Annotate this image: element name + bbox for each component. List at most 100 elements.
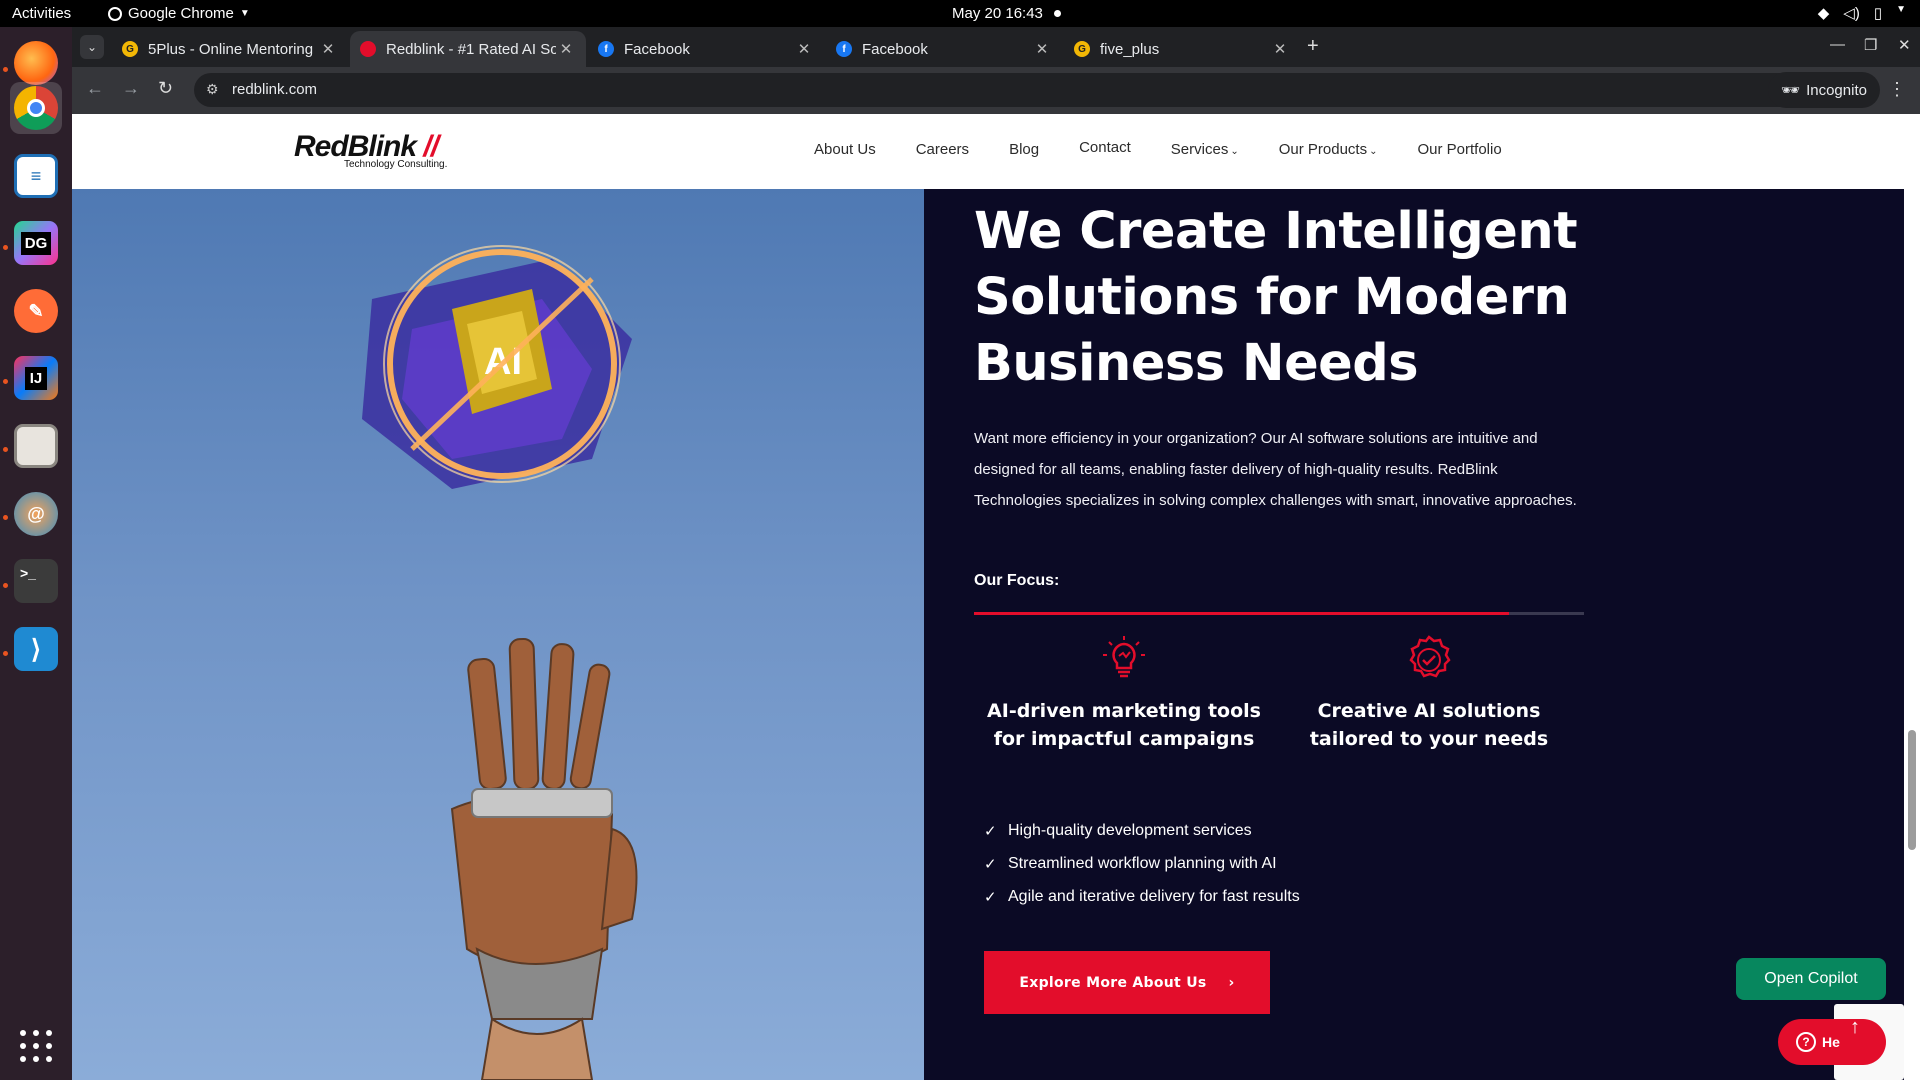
our-focus-label: Our Focus: — [974, 572, 1060, 589]
tab-redblink[interactable]: Redblink - #1 Rated AI So ✕ — [350, 31, 586, 67]
web-page: RedBlink // Technology Consulting. About… — [72, 114, 1920, 1080]
scroll-to-top-arrow-icon[interactable]: ↑ — [1850, 1016, 1860, 1039]
datagrip-icon: DG — [14, 221, 58, 265]
restore-icon[interactable]: ❐ — [1864, 36, 1877, 54]
running-indicator — [3, 447, 8, 452]
nav-services[interactable]: Services ⌄ — [1171, 141, 1239, 158]
close-icon[interactable]: ✕ — [1270, 40, 1290, 58]
terminal-icon: >_ — [14, 559, 58, 603]
facebook-favicon-icon: f — [836, 41, 852, 57]
back-arrow-icon[interactable]: ← — [86, 78, 104, 99]
activities-button[interactable]: Activities — [12, 5, 71, 22]
document-writer-icon: ≡ — [14, 154, 58, 198]
lightbulb-icon — [1103, 636, 1145, 678]
tab-five-plus[interactable]: G five_plus ✕ — [1064, 31, 1300, 67]
help-question-icon: ? — [1796, 1032, 1816, 1052]
focus-card-text: Creative AI solutions tailored to your n… — [1309, 700, 1549, 750]
running-indicator — [3, 651, 8, 656]
chevron-down-icon: ⌄ — [1230, 146, 1239, 157]
tab-search-chevron-icon[interactable]: ⌄ — [80, 35, 104, 59]
clock[interactable]: May 20 16:43 — [952, 5, 1043, 22]
firefox-icon — [14, 41, 58, 85]
running-indicator — [3, 515, 8, 520]
dock-postman[interactable]: ✎ — [10, 285, 62, 337]
checkmark-icon: ✓ — [984, 822, 997, 840]
main-nav: About Us Careers Blog Contact Services ⌄ … — [814, 139, 1502, 158]
reload-icon[interactable]: ↻ — [158, 78, 173, 99]
dock-terminal[interactable]: >_ — [10, 555, 62, 607]
close-icon[interactable]: ✕ — [318, 40, 338, 58]
checkmark-icon: ✓ — [984, 855, 997, 873]
minimize-icon[interactable]: — — [1830, 36, 1845, 53]
cta-label: Explore More About Us — [1019, 974, 1207, 991]
tab-title: five_plus — [1100, 40, 1160, 58]
tray-chevron-icon: ▼ — [1896, 4, 1906, 15]
page-scrollbar[interactable] — [1904, 114, 1920, 1080]
nav-our-portfolio[interactable]: Our Portfolio — [1417, 141, 1501, 158]
show-apps-grid-icon[interactable] — [20, 1030, 52, 1062]
checkmark-icon: ✓ — [984, 888, 997, 906]
chevron-right-icon: › — [1228, 974, 1235, 991]
tab-facebook-1[interactable]: f Facebook ✕ — [588, 31, 824, 67]
files-folder-icon — [14, 424, 58, 468]
open-copilot-button[interactable]: Open Copilot — [1736, 958, 1886, 1000]
kebab-menu-icon[interactable]: ⋮ — [1888, 79, 1906, 100]
chevron-down-icon: ⌄ — [1369, 146, 1378, 157]
explore-more-button[interactable]: Explore More About Us › — [984, 951, 1270, 1014]
nav-blog[interactable]: Blog — [1009, 141, 1039, 158]
nav-careers[interactable]: Careers — [916, 141, 969, 158]
new-tab-plus-icon[interactable]: + — [1307, 35, 1319, 58]
list-item: ✓ Agile and iterative delivery for fast r… — [984, 887, 1300, 906]
close-icon[interactable]: ✕ — [794, 40, 814, 58]
tab-facebook-2[interactable]: f Facebook ✕ — [826, 31, 1062, 67]
incognito-badge[interactable]: 🕶 Incognito — [1768, 72, 1880, 108]
dock-blender[interactable]: @ — [10, 488, 62, 540]
dock-files[interactable] — [10, 420, 62, 472]
tab-title: Facebook — [624, 40, 690, 58]
app-menu[interactable]: Google Chrome ▼ — [108, 5, 250, 22]
running-indicator — [3, 379, 8, 384]
browser-window: ⌄ G 5Plus - Online Mentoring ✕ Redblink … — [72, 27, 1920, 114]
wifi-icon: ◆ — [1817, 5, 1830, 22]
dock-chrome[interactable] — [10, 82, 62, 134]
five-plus-favicon-icon: G — [1074, 41, 1090, 57]
dock-intellij[interactable]: IJ — [10, 352, 62, 404]
nav-contact[interactable]: Contact — [1079, 139, 1131, 158]
address-bar[interactable]: ⚙ redblink.com ◎ ☆ — [194, 73, 1834, 107]
window-close-icon[interactable]: ✕ — [1898, 36, 1911, 54]
focus-card-text: AI-driven marketing tools for impactful … — [987, 700, 1261, 750]
tab-title: 5Plus - Online Mentoring — [148, 40, 314, 58]
forward-arrow-icon[interactable]: → — [122, 78, 140, 99]
tab-strip: ⌄ G 5Plus - Online Mentoring ✕ Redblink … — [72, 27, 1920, 67]
close-icon[interactable]: ✕ — [556, 40, 576, 58]
scrollbar-thumb[interactable] — [1908, 730, 1916, 850]
site-info-icon[interactable]: ⚙ — [206, 81, 219, 98]
hero-content: We Create Intelligent Solutions for Mode… — [974, 189, 1614, 615]
browser-toolbar: ← → ↻ ⚙ redblink.com ◎ ☆ 🕶 Incognito ⋮ — [72, 67, 1920, 114]
running-indicator — [3, 245, 8, 250]
benefits-checklist: ✓ High-quality development services ✓ Stre… — [984, 814, 1300, 913]
list-item: ✓ High-quality development services — [984, 821, 1252, 840]
notification-dot — [1054, 10, 1061, 17]
chrome-icon — [14, 86, 58, 130]
url-text: redblink.com — [232, 81, 318, 98]
nav-about-us[interactable]: About Us — [814, 141, 876, 158]
swirl-app-icon: @ — [14, 492, 58, 536]
focus-divider — [974, 612, 1584, 615]
volume-icon: ◁) — [1843, 5, 1860, 22]
tab-title: Redblink - #1 Rated AI So — [386, 40, 556, 58]
incognito-icon: 🕶 — [1781, 82, 1801, 99]
close-icon[interactable]: ✕ — [1032, 40, 1052, 58]
redblink-logo[interactable]: RedBlink // Technology Consulting. — [294, 130, 447, 170]
dock-datagrip[interactable]: DG — [10, 217, 62, 269]
battery-icon: ▯ — [1873, 5, 1883, 22]
chrome-small-icon — [108, 6, 122, 21]
tab-5plus[interactable]: G 5Plus - Online Mentoring ✕ — [112, 31, 348, 67]
help-button[interactable]: ? He — [1778, 1019, 1886, 1065]
system-tray[interactable]: ◆ ◁) ▯ ▼ — [1818, 4, 1906, 22]
logo-tagline: Technology Consulting. — [344, 159, 448, 170]
chevron-down-icon: ▼ — [239, 8, 250, 19]
dock-vscode[interactable]: ⟩ — [10, 623, 62, 675]
nav-our-products[interactable]: Our Products ⌄ — [1279, 141, 1378, 158]
dock-writer[interactable]: ≡ — [10, 150, 62, 202]
